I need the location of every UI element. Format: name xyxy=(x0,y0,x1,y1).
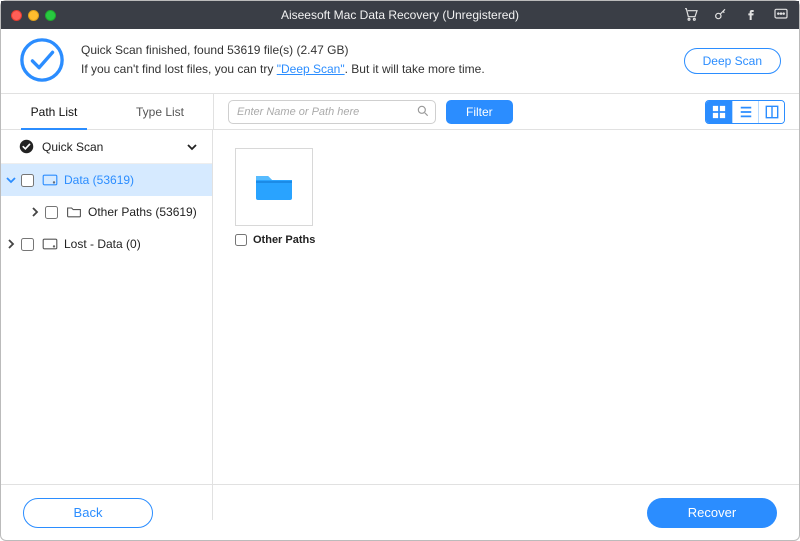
folder-icon xyxy=(66,205,82,219)
view-list-button[interactable] xyxy=(732,101,758,123)
check-circle-icon xyxy=(19,139,34,154)
scan-total-size: (2.47 GB) xyxy=(296,43,348,57)
scan-summary-prefix: Quick Scan finished, found xyxy=(81,43,227,57)
scan-file-count: 53619 xyxy=(227,43,260,57)
tab-toolbar-row: Path List Type List Filter xyxy=(1,94,799,130)
tab-type-list[interactable]: Type List xyxy=(107,94,213,129)
back-button[interactable]: Back xyxy=(23,498,153,528)
sidebar-item-label: Lost - Data (0) xyxy=(64,237,141,251)
file-item-checkbox[interactable] xyxy=(235,234,247,246)
window-title: Aiseesoft Mac Data Recovery (Unregistere… xyxy=(1,8,799,22)
window-controls xyxy=(11,10,56,21)
tab-path-list[interactable]: Path List xyxy=(1,94,107,129)
checkmark-icon xyxy=(19,37,65,83)
search-input[interactable] xyxy=(228,100,436,124)
deep-scan-hint-prefix: If you can't find lost files, you can tr… xyxy=(81,62,277,76)
search-icon xyxy=(416,104,430,118)
deep-scan-button[interactable]: Deep Scan xyxy=(684,48,781,74)
view-grid-button[interactable] xyxy=(706,101,732,123)
sidebar-item-other-paths[interactable]: Other Paths (53619) xyxy=(1,196,212,228)
sidebar-item-label: Other Paths (53619) xyxy=(88,205,197,219)
facebook-icon[interactable] xyxy=(743,6,759,25)
main-area: Quick Scan Data (53619) Other Paths ( xyxy=(1,130,799,520)
file-item[interactable]: Other Paths xyxy=(235,148,317,246)
sidebar-checkbox-other-paths[interactable] xyxy=(45,206,58,219)
footer: Back Recover xyxy=(1,484,799,540)
sidebar-item-lost-data[interactable]: Lost - Data (0) xyxy=(1,228,212,260)
sidebar-root-label: Quick Scan xyxy=(42,140,103,154)
deep-scan-link[interactable]: "Deep Scan" xyxy=(277,62,345,76)
drive-icon xyxy=(42,237,58,251)
sidebar-checkbox-data[interactable] xyxy=(21,174,34,187)
key-icon[interactable] xyxy=(713,6,729,25)
drive-icon xyxy=(42,173,58,187)
cart-icon[interactable] xyxy=(683,6,699,25)
chevron-down-icon[interactable] xyxy=(5,174,17,186)
search-wrap xyxy=(228,100,436,124)
deep-scan-hint-suffix: . But it will take more time. xyxy=(345,62,485,76)
sidebar-root-quick-scan[interactable]: Quick Scan xyxy=(1,130,212,164)
recover-button[interactable]: Recover xyxy=(647,498,777,528)
sidebar-item-data[interactable]: Data (53619) xyxy=(1,164,212,196)
folder-thumbnail[interactable] xyxy=(235,148,313,226)
close-window-icon[interactable] xyxy=(11,10,22,21)
tab-path-list-label: Path List xyxy=(31,105,78,119)
sidebar-item-label: Data (53619) xyxy=(64,173,134,187)
titlebar: Aiseesoft Mac Data Recovery (Unregistere… xyxy=(1,1,799,29)
chevron-right-icon[interactable] xyxy=(5,238,17,250)
scan-summary-mid: file(s) xyxy=(260,43,296,57)
minimize-window-icon[interactable] xyxy=(28,10,39,21)
chevron-right-icon[interactable] xyxy=(29,206,41,218)
sidebar: Quick Scan Data (53619) Other Paths ( xyxy=(1,130,213,520)
feedback-icon[interactable] xyxy=(773,6,789,25)
scan-banner: Quick Scan finished, found 53619 file(s)… xyxy=(1,29,799,94)
toolbar: Filter xyxy=(213,94,799,129)
file-item-label: Other Paths xyxy=(253,234,315,246)
file-grid: Other Paths xyxy=(213,130,799,520)
filter-button[interactable]: Filter xyxy=(446,100,513,124)
view-mode-toggle xyxy=(705,100,785,124)
banner-text: Quick Scan finished, found 53619 file(s)… xyxy=(81,41,485,79)
view-columns-button[interactable] xyxy=(758,101,784,123)
chevron-down-icon[interactable] xyxy=(186,141,198,153)
tab-type-list-label: Type List xyxy=(136,105,184,119)
sidebar-checkbox-lost-data[interactable] xyxy=(21,238,34,251)
zoom-window-icon[interactable] xyxy=(45,10,56,21)
